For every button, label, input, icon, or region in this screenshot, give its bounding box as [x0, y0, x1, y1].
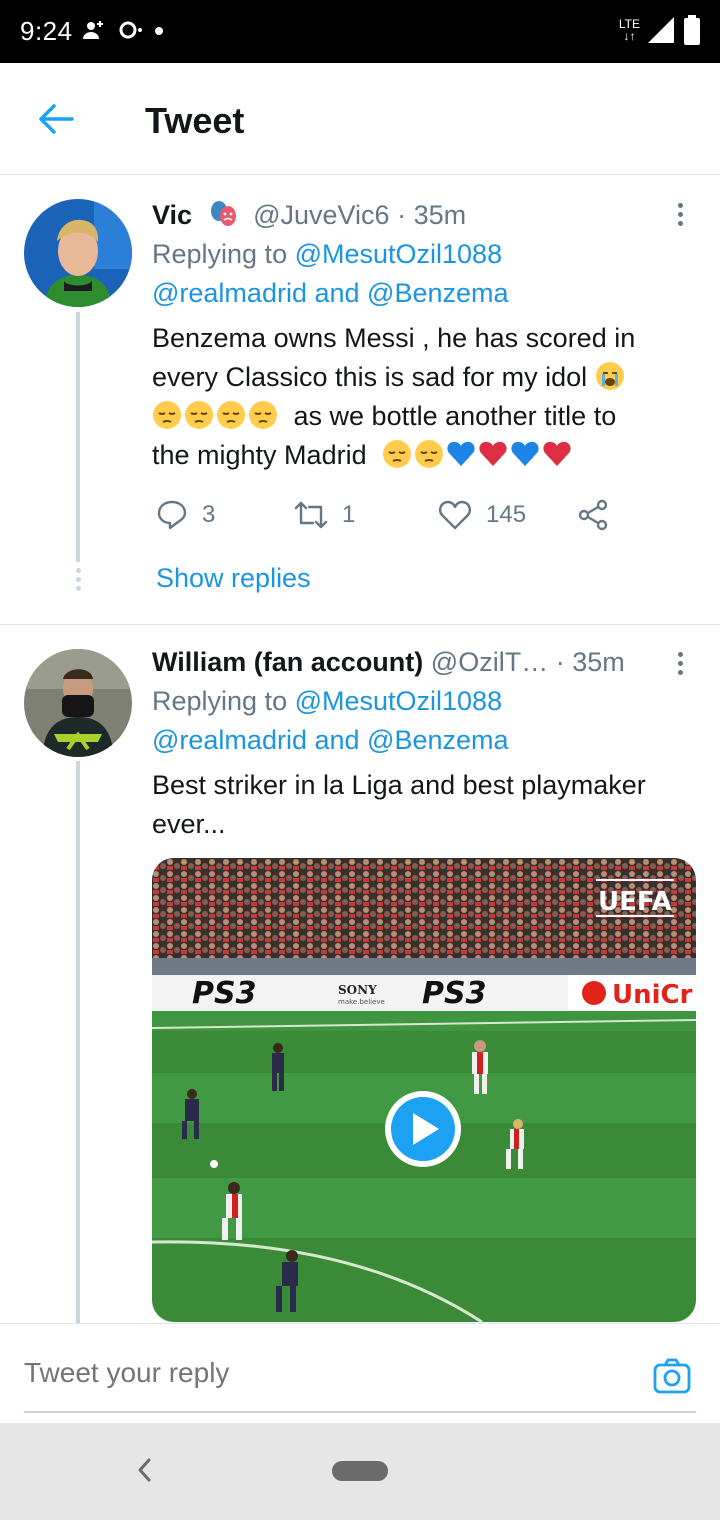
- signal-icon: [648, 17, 674, 43]
- crying-face-emoji-icon: [595, 362, 624, 390]
- timestamp: 35m: [572, 647, 625, 677]
- back-arrow-icon[interactable]: [36, 99, 76, 139]
- avatar[interactable]: [24, 199, 132, 307]
- ad-board-make-believe: make.believe: [338, 998, 385, 1006]
- ad-board-unicredit: UniCr: [612, 980, 693, 1010]
- pensive-face-emoji-icon: [185, 401, 213, 429]
- tweet-text: Best striker in la Liga and best playmak…: [152, 770, 646, 839]
- app-header: Tweet: [0, 63, 720, 175]
- page-title: Tweet: [145, 100, 245, 141]
- reply-input-underline: [24, 1411, 696, 1413]
- ad-board-ps3: PS3: [192, 976, 256, 1011]
- mention-link[interactable]: @MesutOzil1088: [295, 686, 503, 716]
- red-heart-emoji-icon: [543, 441, 571, 466]
- replying-to: Replying to @MesutOzil1088: [152, 686, 503, 716]
- pensive-face-emoji-icon: [217, 401, 245, 429]
- mention-link[interactable]: @Benzema: [367, 278, 508, 308]
- thread-line: [76, 761, 80, 1323]
- pensive-face-emoji-icon: [383, 440, 412, 468]
- red-heart-emoji-icon: [479, 441, 507, 466]
- tweet-text: Benzema owns Messi , he has scored in ev…: [152, 323, 636, 470]
- nav-back-icon[interactable]: [132, 1455, 156, 1485]
- reply-icon: [157, 500, 187, 530]
- heart-icon: [439, 500, 471, 530]
- blue-heart-emoji-icon: [511, 441, 539, 466]
- user-handle[interactable]: @OzilT…: [431, 647, 548, 677]
- replying-to: Replying to @MesutOzil1088: [152, 239, 503, 269]
- retweet-button[interactable]: 1: [294, 499, 355, 531]
- pensive-face-emoji-icon: [249, 401, 277, 429]
- display-name[interactable]: Vic: [152, 200, 192, 230]
- avatar[interactable]: [24, 649, 132, 757]
- clock: 9:24: [20, 16, 73, 46]
- dot-icon: [155, 27, 163, 35]
- thread-gap-dots: [74, 568, 82, 595]
- display-name[interactable]: William (fan account): [152, 647, 423, 677]
- pensive-face-emoji-icon: [415, 440, 444, 468]
- pensive-face-emoji-icon: [153, 401, 181, 429]
- battery-icon: [684, 15, 700, 45]
- ad-board-sony: SONY: [338, 983, 377, 997]
- tweet-actions: 3 1 145: [152, 499, 652, 539]
- thread-line: [76, 312, 80, 562]
- ball: [210, 1160, 218, 1168]
- nav-home-pill[interactable]: [332, 1461, 388, 1481]
- uefa-watermark: UEFA: [598, 887, 672, 917]
- video-thumbnail[interactable]: PS3 SONY make.believe PS3 UniCr UEFA: [152, 858, 696, 1322]
- user-handle[interactable]: @JuveVic6: [253, 200, 389, 230]
- chat-notification-icon: [119, 21, 142, 39]
- timestamp: 35m: [413, 200, 467, 230]
- show-replies-link[interactable]: Show replies: [156, 563, 311, 594]
- add-person-notification-icon: [83, 21, 103, 39]
- mention-link[interactable]: @MesutOzil1088: [295, 239, 503, 269]
- reply-input[interactable]: [24, 1357, 584, 1389]
- mention-link[interactable]: @realmadrid: [152, 278, 307, 308]
- reply-composer: [0, 1323, 720, 1423]
- tweet-1[interactable]: Vic @JuveVic6 · 35m Replying to @MesutOz…: [0, 176, 720, 624]
- retweet-icon: [294, 501, 328, 529]
- theater-masks-emoji-icon: [210, 201, 236, 226]
- like-button[interactable]: 145: [438, 499, 526, 531]
- share-button[interactable]: [576, 499, 610, 531]
- mention-link[interactable]: @Benzema: [367, 725, 508, 755]
- blue-heart-emoji-icon: [447, 441, 475, 466]
- mention-link[interactable]: @realmadrid: [152, 725, 307, 755]
- camera-icon[interactable]: [652, 1356, 692, 1396]
- lte-indicator: LTE ↓↑: [618, 17, 640, 43]
- status-bar: 9:24 LTE ↓↑: [0, 0, 720, 63]
- play-button[interactable]: [385, 1091, 461, 1167]
- share-icon: [578, 499, 608, 531]
- ad-board-ps3: PS3: [422, 976, 486, 1011]
- reply-button[interactable]: 3: [156, 499, 215, 531]
- system-nav-bar: [0, 1423, 720, 1520]
